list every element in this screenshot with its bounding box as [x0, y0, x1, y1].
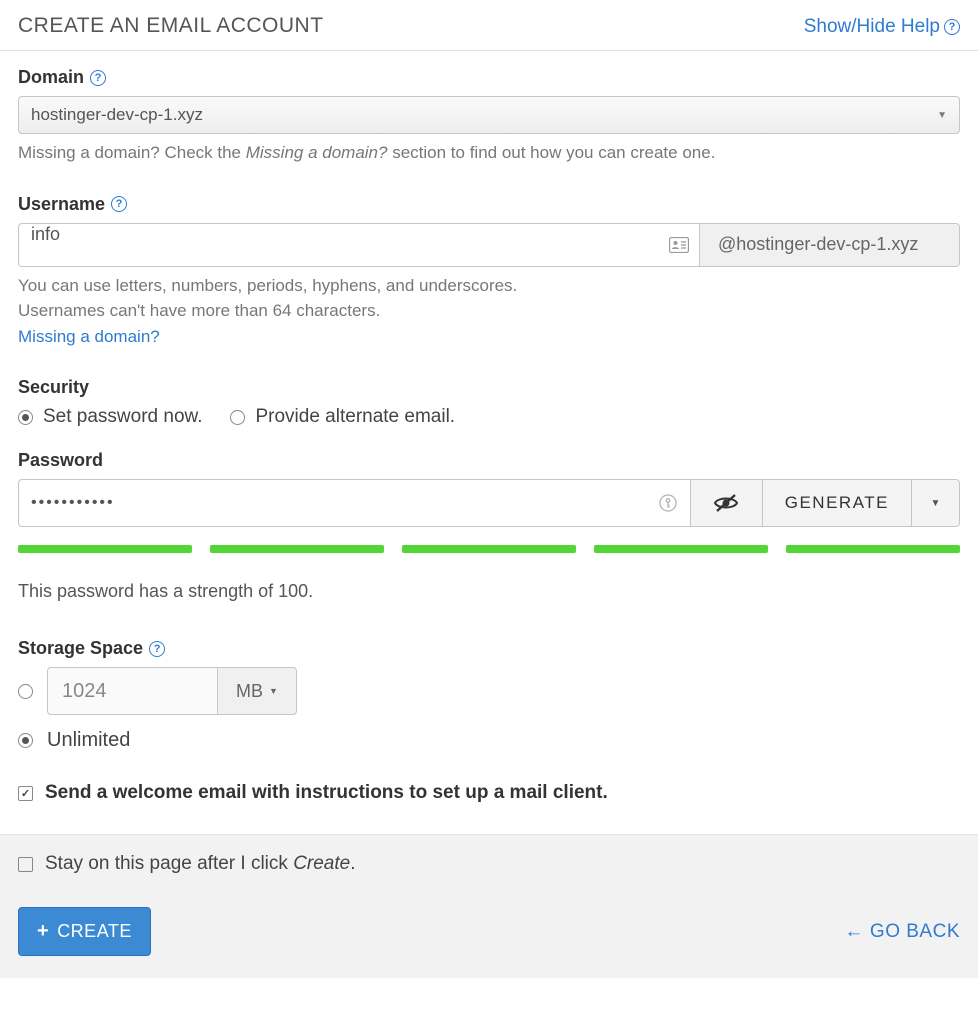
plus-icon: +	[37, 920, 49, 943]
generate-password-button[interactable]: GENERATE	[763, 479, 912, 527]
generate-label: GENERATE	[785, 493, 889, 513]
welcome-label: Send a welcome email with instructions t…	[45, 782, 608, 804]
storage-label: Storage Space ?	[18, 638, 960, 659]
help-icon[interactable]: ?	[111, 196, 127, 212]
create-label: CREATE	[57, 921, 132, 942]
domain-hint: Missing a domain? Check the Missing a do…	[18, 140, 960, 166]
username-hint: You can use letters, numbers, periods, h…	[18, 273, 960, 350]
stay-prefix: Stay on this page after I click	[45, 853, 293, 874]
set-password-radio[interactable]	[18, 410, 33, 425]
hint-em: Missing a domain?	[246, 143, 388, 162]
contact-card-icon	[669, 237, 689, 253]
domain-select[interactable]: hostinger-dev-cp-1.xyz ▼	[18, 96, 960, 134]
hint-text: section to find out how you can create o…	[387, 143, 715, 162]
storage-unit-select[interactable]: MB ▼	[217, 667, 297, 715]
strength-segment	[18, 545, 192, 553]
storage-value: 1024	[62, 680, 107, 703]
stay-on-page-checkbox[interactable]	[18, 857, 33, 872]
radio-label: Set password now.	[43, 406, 202, 428]
chevron-down-icon: ▼	[269, 686, 278, 696]
key-icon	[658, 493, 678, 513]
alternate-email-radio[interactable]	[230, 410, 245, 425]
radio-label: Provide alternate email.	[255, 406, 455, 428]
storage-label-text: Storage Space	[18, 638, 143, 659]
toggle-password-visibility-button[interactable]	[691, 479, 763, 527]
go-back-link[interactable]: ← GO BACK	[844, 921, 960, 943]
help-link-text: Show/Hide Help	[804, 16, 940, 38]
help-icon[interactable]: ?	[90, 70, 106, 86]
eye-slash-icon	[713, 493, 739, 513]
strength-segment	[210, 545, 384, 553]
storage-unlimited-radio[interactable]	[18, 733, 33, 748]
security-label-text: Security	[18, 377, 89, 398]
domain-label-text: Domain	[18, 67, 84, 88]
storage-custom-radio[interactable]	[18, 684, 33, 699]
stay-suffix: .	[350, 853, 355, 874]
security-label: Security	[18, 377, 960, 398]
strength-segment	[402, 545, 576, 553]
help-icon[interactable]: ?	[149, 641, 165, 657]
storage-size-input[interactable]: 1024	[47, 667, 217, 715]
stay-label: Stay on this page after I click Create.	[45, 853, 356, 875]
password-label: Password	[18, 450, 960, 471]
hint-text: Missing a domain? Check the	[18, 143, 246, 162]
username-label-text: Username	[18, 194, 105, 215]
chevron-down-icon: ▼	[931, 498, 941, 509]
strength-segment	[786, 545, 960, 553]
password-input[interactable]: •••••••••••	[18, 479, 691, 527]
strength-segment	[594, 545, 768, 553]
hint-line: Usernames can't have more than 64 charac…	[18, 298, 960, 324]
password-strength-text: This password has a strength of 100.	[18, 581, 960, 602]
addon-text: @hostinger-dev-cp-1.xyz	[718, 234, 918, 255]
page-title: CREATE AN EMAIL ACCOUNT	[18, 14, 324, 38]
domain-selected-value: hostinger-dev-cp-1.xyz	[31, 105, 203, 125]
domain-addon: @hostinger-dev-cp-1.xyz	[700, 223, 960, 267]
password-value: •••••••••••	[31, 494, 115, 512]
stay-em: Create	[293, 853, 350, 874]
username-value: info	[31, 224, 60, 244]
password-label-text: Password	[18, 450, 103, 471]
welcome-email-checkbox[interactable]: ✓	[18, 786, 33, 801]
username-label: Username ?	[18, 194, 960, 215]
create-button[interactable]: + CREATE	[18, 907, 151, 956]
domain-label: Domain ?	[18, 67, 960, 88]
missing-domain-link[interactable]: Missing a domain?	[18, 324, 960, 350]
unlimited-label: Unlimited	[47, 729, 130, 752]
show-hide-help-link[interactable]: Show/Hide Help ?	[804, 16, 960, 38]
arrow-left-icon: ←	[844, 921, 864, 943]
help-icon: ?	[944, 19, 960, 35]
generate-options-button[interactable]: ▼	[912, 479, 960, 527]
username-input[interactable]: info	[18, 223, 700, 267]
password-strength-bar	[18, 545, 960, 553]
chevron-down-icon: ▼	[937, 110, 947, 121]
hint-line: You can use letters, numbers, periods, h…	[18, 273, 960, 299]
go-back-label: GO BACK	[870, 921, 960, 943]
storage-unit: MB	[236, 681, 263, 702]
